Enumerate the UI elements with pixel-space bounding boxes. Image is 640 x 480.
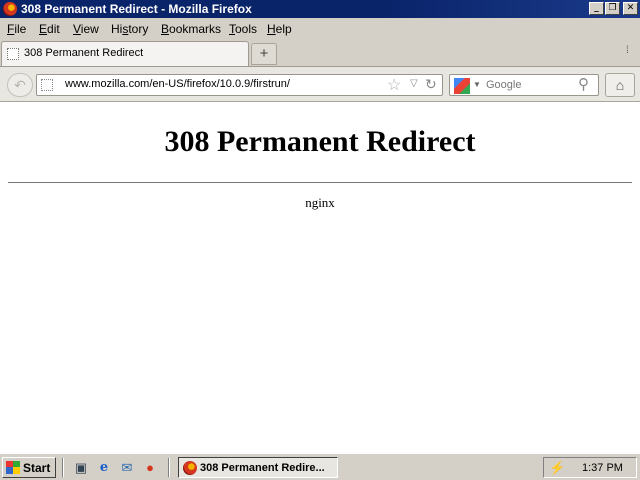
- menu-bookmarks[interactable]: Bookmarks: [161, 22, 221, 36]
- window-titlebar[interactable]: 308 Permanent Redirect - Mozilla Firefox…: [0, 0, 640, 18]
- menu-help[interactable]: Help: [267, 22, 292, 36]
- minimize-button[interactable]: _: [589, 2, 604, 15]
- taskbar-item-label: 308 Permanent Redire...: [200, 462, 325, 474]
- menu-file[interactable]: File: [7, 22, 26, 36]
- menu-tools[interactable]: Tools: [229, 22, 257, 36]
- server-name: nginx: [305, 195, 335, 210]
- taskbar-item-firefox[interactable]: 308 Permanent Redire...: [178, 457, 338, 478]
- new-tab-button[interactable]: +: [251, 43, 277, 65]
- google-icon[interactable]: [454, 78, 470, 94]
- taskbar-separator: [168, 458, 170, 477]
- taskbar-separator: [62, 458, 64, 477]
- divider: [8, 182, 632, 183]
- tab-strip: 308 Permanent Redirect + ⁞: [0, 38, 640, 66]
- reload-icon[interactable]: ↻: [425, 76, 437, 93]
- search-engine-dropdown-icon[interactable]: ▼: [473, 80, 481, 89]
- default-favicon-icon: [7, 48, 19, 60]
- tab-label: 308 Permanent Redirect: [24, 47, 144, 59]
- menu-edit[interactable]: Edit: [39, 22, 60, 36]
- maximize-button[interactable]: ❐: [605, 2, 620, 15]
- menu-history[interactable]: History: [111, 22, 148, 36]
- bookmark-star-icon[interactable]: ☆: [387, 75, 401, 95]
- system-tray: ⚡ 1:37 PM: [543, 457, 637, 478]
- internet-explorer-icon[interactable]: e: [96, 460, 112, 476]
- home-button[interactable]: ⌂: [605, 73, 635, 97]
- page-heading: 308 Permanent Redirect: [164, 125, 476, 158]
- history-dropdown-icon[interactable]: ▽: [410, 78, 418, 89]
- network-icon[interactable]: ⚡: [549, 460, 565, 476]
- outlook-express-icon[interactable]: ✉: [119, 460, 135, 476]
- start-button[interactable]: Start: [2, 457, 56, 478]
- menu-view[interactable]: View: [73, 22, 99, 36]
- window-title: 308 Permanent Redirect - Mozilla Firefox: [21, 2, 252, 16]
- show-desktop-icon[interactable]: ▣: [73, 460, 89, 476]
- windows-logo-icon: [6, 461, 20, 474]
- firefox-icon[interactable]: ●: [142, 460, 158, 476]
- navigation-toolbar: ↶ www.mozilla.com/en-US/firefox/10.0.9/f…: [0, 66, 640, 102]
- site-identity-icon[interactable]: [41, 79, 53, 91]
- tab-308-permanent-redirect[interactable]: 308 Permanent Redirect: [1, 41, 249, 66]
- url-bar[interactable]: www.mozilla.com/en-US/firefox/10.0.9/fir…: [36, 74, 443, 96]
- firefox-icon: [183, 461, 197, 475]
- page-content: 308 Permanent Redirect nginx: [0, 103, 640, 453]
- back-button[interactable]: ↶: [7, 73, 33, 97]
- start-label: Start: [23, 461, 51, 475]
- taskbar: Start ▣ e ✉ ● 308 Permanent Redire... ⚡ …: [0, 453, 640, 480]
- search-input[interactable]: Google: [486, 79, 521, 91]
- clock[interactable]: 1:37 PM: [582, 462, 623, 474]
- firefox-logo-icon: [3, 2, 17, 16]
- search-bar[interactable]: ▼ Google ⚲: [449, 74, 599, 96]
- search-go-icon[interactable]: ⚲: [578, 75, 589, 93]
- menu-bar: File Edit View History Bookmarks Tools H…: [0, 18, 640, 38]
- close-button[interactable]: ✕: [623, 2, 638, 15]
- url-input[interactable]: www.mozilla.com/en-US/firefox/10.0.9/fir…: [65, 78, 290, 90]
- list-all-tabs-icon[interactable]: ⁞: [626, 45, 629, 56]
